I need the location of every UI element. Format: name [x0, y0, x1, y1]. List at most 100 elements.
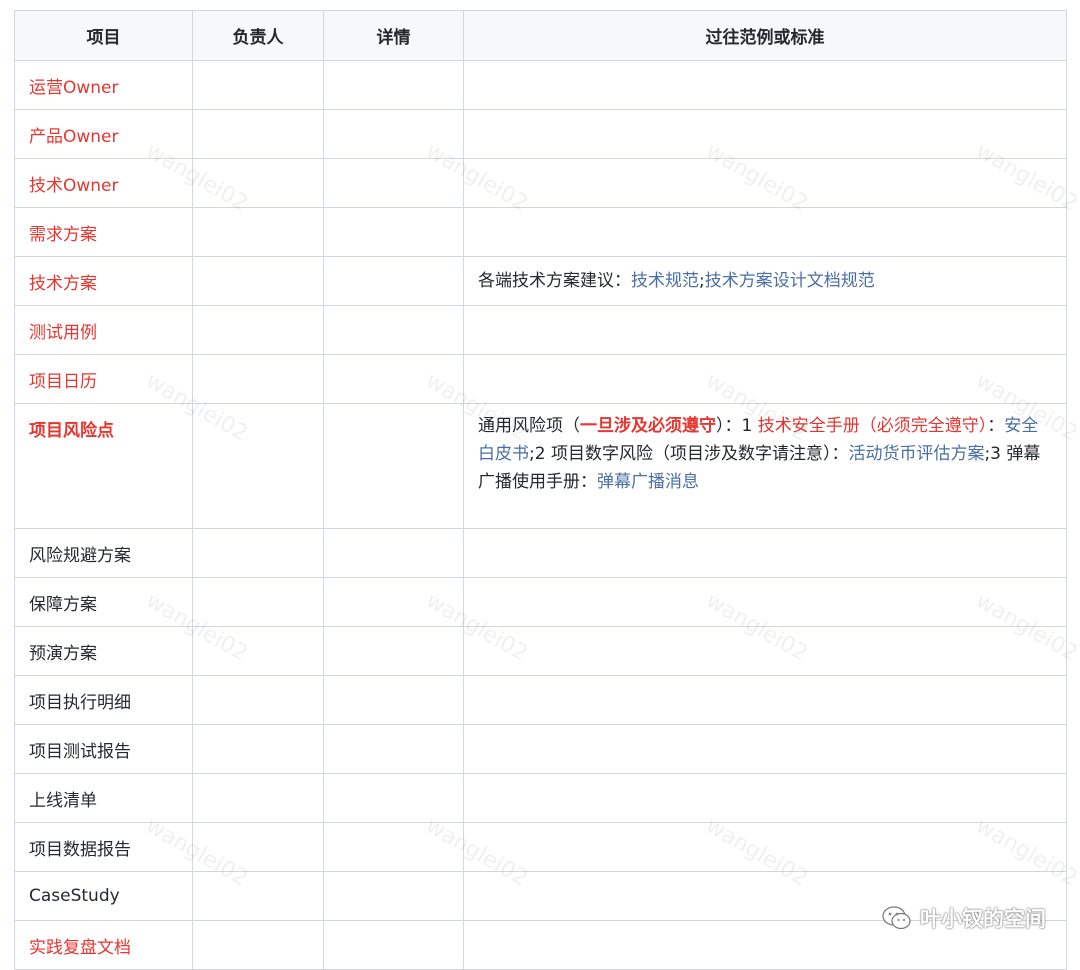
- risk-text-1: 通用风险项（: [478, 416, 580, 436]
- row-details: [323, 773, 464, 823]
- row-standard: [463, 724, 1067, 774]
- row-item: 项目数据报告: [14, 822, 193, 872]
- header-standard: 过往范例或标准: [463, 10, 1067, 61]
- row-standard: [463, 60, 1067, 110]
- table-row: 预演方案: [14, 626, 1067, 676]
- table-row: 测试用例: [14, 305, 1067, 355]
- row-details: [323, 822, 464, 872]
- row-details: [323, 305, 464, 355]
- risk-security-manual: 技术安全手册（必须完全遵守）: [757, 416, 988, 436]
- row-item: 运营Owner: [14, 60, 193, 110]
- header-owner: 负责人: [192, 10, 324, 61]
- row-owner: [192, 403, 324, 529]
- row-details: [323, 724, 464, 774]
- row-standard: [463, 773, 1067, 823]
- row-item: 技术Owner: [14, 158, 193, 208]
- row-item: 项目日历: [14, 354, 193, 404]
- wechat-icon: [882, 905, 912, 931]
- row-item: 实践复盘文档: [14, 920, 193, 970]
- row-standard: [463, 626, 1067, 676]
- row-standard: [463, 109, 1067, 159]
- row-standard: [463, 577, 1067, 627]
- row-owner: [192, 724, 324, 774]
- row-owner: [192, 528, 324, 578]
- row-standard: [463, 305, 1067, 355]
- row-details: [323, 626, 464, 676]
- table-row: 上线清单: [14, 773, 1067, 823]
- row-item: 上线清单: [14, 773, 193, 823]
- row-details: [323, 675, 464, 725]
- row-owner: [192, 60, 324, 110]
- table-row: 项目风险点 通用风险项（一旦涉及必须遵守）：1 技术安全手册（必须完全遵守）：安…: [14, 403, 1067, 529]
- table-row: 运营Owner: [14, 60, 1067, 110]
- row-item: 保障方案: [14, 577, 193, 627]
- row-owner: [192, 207, 324, 257]
- currency-assessment-link[interactable]: 活动货币评估方案: [848, 444, 984, 464]
- table-row: 保障方案: [14, 577, 1067, 627]
- row-details: [323, 920, 464, 970]
- row-item: 技术方案: [14, 256, 193, 306]
- table-row: 项目执行明细: [14, 675, 1067, 725]
- tech-spec-link[interactable]: 技术规范: [631, 271, 699, 291]
- row-item: 风险规避方案: [14, 528, 193, 578]
- row-details: [323, 354, 464, 404]
- risk-text-4: ;2 项目数字风险（项目涉及数字请注意）：: [529, 444, 849, 464]
- table-row: 产品Owner: [14, 109, 1067, 159]
- table-row: 技术方案 各端技术方案建议：技术规范;技术方案设计文档规范: [14, 256, 1067, 306]
- table-row: 项目数据报告: [14, 822, 1067, 872]
- row-details: [323, 871, 464, 921]
- row-details: [323, 577, 464, 627]
- row-owner: [192, 871, 324, 921]
- row-owner: [192, 256, 324, 306]
- table-row: 需求方案: [14, 207, 1067, 257]
- row-owner: [192, 158, 324, 208]
- row-owner: [192, 675, 324, 725]
- row-item: 项目风险点: [14, 403, 193, 529]
- row-owner: [192, 920, 324, 970]
- row-standard: [463, 207, 1067, 257]
- risk-standard-cell: 通用风险项（一旦涉及必须遵守）：1 技术安全手册（必须完全遵守）：安全白皮书;2…: [463, 403, 1067, 529]
- barrage-broadcast-link[interactable]: 弹幕广播消息: [597, 472, 699, 492]
- table-row: 项目日历: [14, 354, 1067, 404]
- row-item: 需求方案: [14, 207, 193, 257]
- row-details: [323, 158, 464, 208]
- risk-text-2: ）：1: [716, 416, 758, 436]
- table-row: 风险规避方案: [14, 528, 1067, 578]
- account-name: 叶小钗的空间: [920, 907, 1046, 931]
- row-details: [323, 256, 464, 306]
- tech-standard-prefix: 各端技术方案建议：: [478, 271, 631, 291]
- row-details: [323, 207, 464, 257]
- account-watermark: 叶小钗的空间: [882, 903, 1046, 933]
- tech-design-doc-link[interactable]: 技术方案设计文档规范: [705, 271, 875, 291]
- row-item: CaseStudy: [14, 871, 193, 921]
- row-standard: [463, 675, 1067, 725]
- row-standard: [463, 158, 1067, 208]
- tech-standard-cell: 各端技术方案建议：技术规范;技术方案设计文档规范: [463, 256, 1067, 306]
- row-item: 项目执行明细: [14, 675, 193, 725]
- row-item: 预演方案: [14, 626, 193, 676]
- row-owner: [192, 577, 324, 627]
- risk-must-comply: 一旦涉及必须遵守: [580, 416, 716, 436]
- header-row: 项目 负责人 详情 过往范例或标准: [14, 10, 1067, 61]
- table-row: 技术Owner: [14, 158, 1067, 208]
- row-owner: [192, 773, 324, 823]
- row-standard: [463, 528, 1067, 578]
- row-standard: [463, 354, 1067, 404]
- header-item: 项目: [14, 10, 193, 61]
- row-standard: [463, 822, 1067, 872]
- row-owner: [192, 354, 324, 404]
- row-details: [323, 528, 464, 578]
- row-item: 测试用例: [14, 305, 193, 355]
- row-details: [323, 60, 464, 110]
- row-item: 产品Owner: [14, 109, 193, 159]
- row-item: 项目测试报告: [14, 724, 193, 774]
- table-row: 项目测试报告: [14, 724, 1067, 774]
- row-owner: [192, 305, 324, 355]
- row-details: [323, 109, 464, 159]
- row-owner: [192, 626, 324, 676]
- project-checklist-table: 项目 负责人 详情 过往范例或标准 运营Owner 产品Owner 技术Owne…: [14, 10, 1067, 970]
- row-owner: [192, 822, 324, 872]
- row-owner: [192, 109, 324, 159]
- risk-text-3: ：: [987, 416, 1005, 436]
- row-details: [323, 403, 464, 529]
